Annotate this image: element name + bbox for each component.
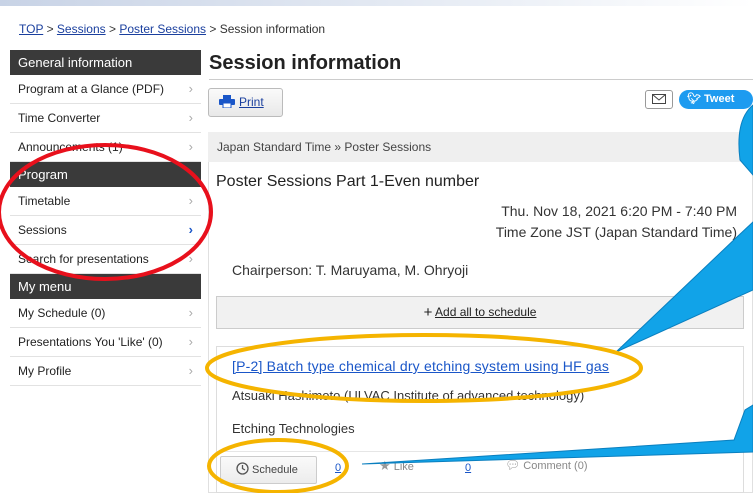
top-accent-line — [0, 0, 753, 6]
presentation-author: Atsuaki Hashimoto (ULVAC Institute of ad… — [232, 388, 585, 403]
sidebar-item-sessions[interactable]: Sessions › — [10, 216, 201, 245]
like-button[interactable]: ★ Like — [379, 458, 414, 474]
breadcrumb-poster-sessions-link[interactable]: Poster Sessions — [119, 22, 206, 36]
mail-button[interactable] — [645, 90, 673, 109]
sidebar-item-label: Program at a Glance (PDF) — [18, 82, 165, 96]
sidebar-item-liked-presentations[interactable]: Presentations You 'Like' (0) › — [10, 328, 201, 357]
sidebar-item-label: My Profile — [18, 364, 72, 378]
chevron-right-icon: › — [188, 305, 193, 320]
add-all-label: Add all to schedule — [435, 305, 537, 319]
sidebar-item-my-schedule[interactable]: My Schedule (0) › — [10, 299, 201, 328]
breadcrumb-current: Session information — [219, 22, 326, 36]
sidebar-item-label: Presentations You 'Like' (0) — [18, 335, 163, 349]
breadcrumb-separator: > — [108, 22, 120, 36]
schedule-button-label: Schedule — [252, 464, 298, 476]
like-button-label: Like — [393, 461, 414, 473]
session-timezone: Time Zone JST (Japan Standard Time) — [495, 224, 737, 240]
plus-icon: + — [423, 304, 433, 321]
sidebar-item-my-profile[interactable]: My Profile › — [10, 357, 201, 386]
sidebar-item-announcements[interactable]: Announcements (1) › — [10, 133, 201, 162]
sidebar-item-timetable[interactable]: Timetable › — [10, 187, 201, 216]
chevron-right-icon: › — [188, 222, 193, 237]
add-all-to-schedule-button[interactable]: + Add all to schedule — [216, 296, 744, 329]
comment-icon: 💬︎ — [505, 458, 521, 472]
breadcrumb-sessions-link[interactable]: Sessions — [57, 22, 106, 36]
title-divider — [209, 79, 753, 80]
sidebar-item-search-presentations[interactable]: Search for presentations › — [10, 245, 201, 274]
tweet-button[interactable]: 🐦︎ Tweet — [679, 90, 753, 109]
sidebar-header-program: Program — [10, 162, 201, 187]
sidebar-header-my-menu: My menu — [10, 274, 201, 299]
print-button-label: Print — [239, 95, 264, 109]
chevron-right-icon: › — [188, 363, 193, 378]
like-count[interactable]: 0 — [465, 462, 471, 474]
sidebar-item-label: Search for presentations — [18, 252, 149, 266]
comment-button[interactable]: 💬︎ Comment (0) — [505, 458, 587, 472]
star-icon: ★ — [379, 458, 391, 473]
twitter-bird-icon: 🐦︎ — [687, 93, 701, 105]
session-title: Poster Sessions Part 1-Even number — [216, 173, 480, 190]
sidebar-item-label: Sessions — [18, 223, 67, 237]
session-datetime: Thu. Nov 18, 2021 6:20 PM - 7:40 PM — [501, 203, 737, 219]
breadcrumb-top-link[interactable]: TOP — [19, 22, 43, 36]
chevron-right-icon: › — [188, 81, 193, 96]
sidebar-item-time-converter[interactable]: Time Converter › — [10, 104, 201, 133]
chairperson: Chairperson: T. Maruyama, M. Ohryoji — [232, 262, 469, 278]
chevron-right-icon: › — [188, 251, 193, 266]
tweet-button-label: Tweet — [704, 93, 735, 105]
sidebar-header-general: General information — [10, 50, 201, 75]
printer-icon — [219, 95, 235, 109]
comment-button-label: Comment (0) — [523, 460, 588, 472]
presentation-topic: Etching Technologies — [232, 421, 355, 436]
sidebar-item-label: Announcements (1) — [18, 140, 123, 154]
chevron-right-icon: › — [188, 334, 193, 349]
chevron-right-icon: › — [188, 139, 193, 154]
presentation-title-link[interactable]: [P-2] Batch type chemical dry etching sy… — [232, 358, 609, 374]
print-button[interactable]: Print — [208, 88, 283, 117]
timezone-bar: Japan Standard Time » Poster Sessions — [208, 132, 753, 162]
sidebar-item-label: Time Converter — [18, 111, 101, 125]
schedule-button[interactable]: Schedule — [220, 456, 317, 484]
schedule-count[interactable]: 0 — [335, 462, 341, 474]
sidebar-item-label: Timetable — [18, 194, 71, 208]
chevron-right-icon: › — [188, 110, 193, 125]
sidebar-item-label: My Schedule (0) — [18, 306, 106, 320]
mail-icon — [652, 94, 666, 104]
clock-icon — [236, 462, 249, 475]
sidebar-nav: General information Program at a Glance … — [10, 50, 201, 386]
breadcrumb: TOP > Sessions > Poster Sessions > Sessi… — [19, 22, 325, 36]
breadcrumb-separator: > — [46, 22, 57, 36]
chevron-right-icon: › — [188, 193, 193, 208]
sidebar-item-program-at-a-glance[interactable]: Program at a Glance (PDF) › — [10, 75, 201, 104]
breadcrumb-separator: > — [209, 22, 220, 36]
page-title: Session information — [209, 52, 402, 74]
